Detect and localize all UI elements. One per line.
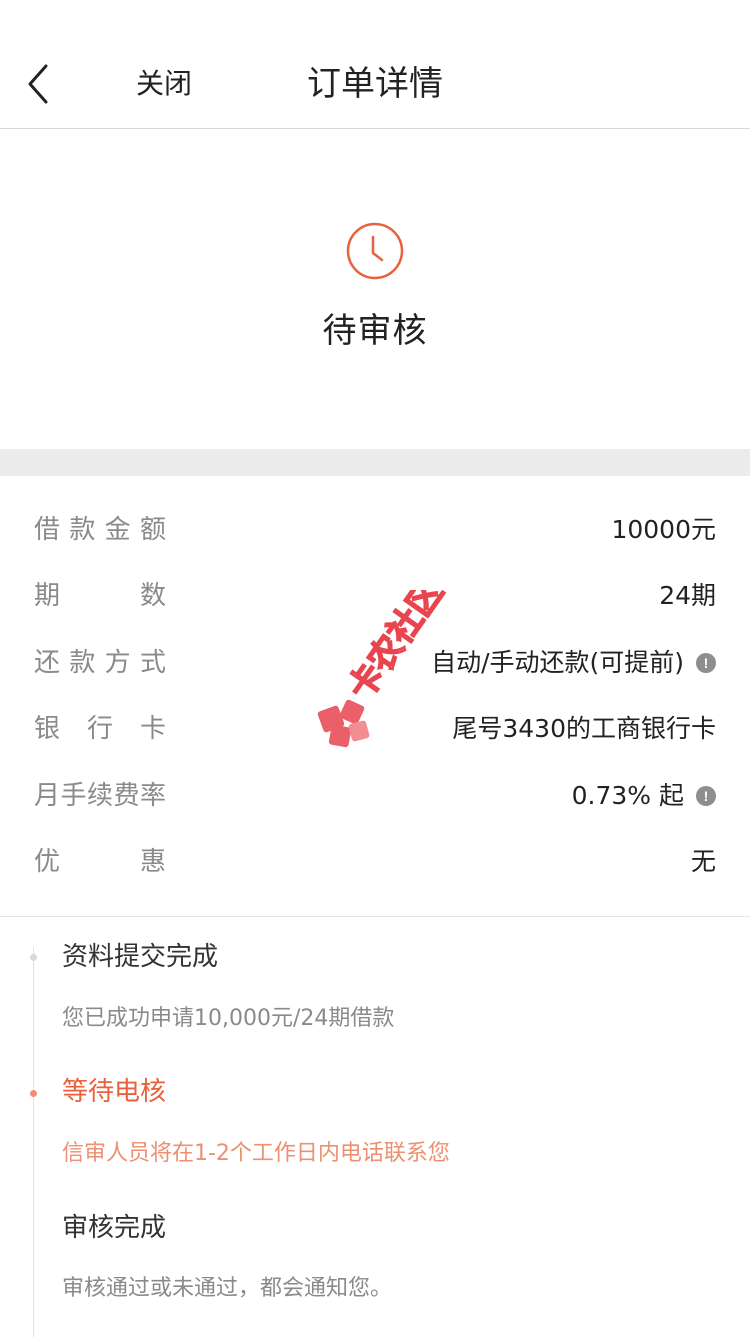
detail-value-text: 0.73% 起	[571, 781, 684, 810]
info-icon[interactable]: !	[696, 786, 716, 806]
progress-timeline: 资料提交完成 您已成功申请10,000元/24期借款 等待电核 信审人员将在1-…	[0, 917, 750, 1337]
info-icon[interactable]: !	[696, 653, 716, 673]
detail-row-repayment: 还款方式 自动/手动还款(可提前) !	[0, 641, 750, 685]
page-title: 订单详情	[307, 64, 443, 104]
timeline-dot	[30, 954, 37, 961]
detail-label: 优惠	[34, 847, 166, 877]
status-text: 待审核	[322, 311, 428, 351]
timeline-step-desc-active: 信审人员将在1-2个工作日内电话联系您	[62, 1141, 450, 1166]
detail-row-discount: 优惠 无	[0, 840, 750, 884]
detail-row-periods: 期数 24期	[0, 574, 750, 618]
detail-row-bank-card: 银行卡 尾号3430的工商银行卡	[0, 707, 750, 751]
detail-label: 还款方式	[34, 648, 166, 678]
timeline-step-title: 审核完成	[62, 1213, 167, 1243]
timeline-step-title-active: 等待电核	[62, 1077, 167, 1107]
nav-bar: 关闭 订单详情	[0, 0, 750, 129]
detail-value-text: 尾号3430的工商银行卡	[452, 714, 716, 743]
detail-value-text: 自动/手动还款(可提前)	[431, 648, 684, 677]
timeline-line	[33, 947, 34, 1337]
detail-label: 月手续费率	[34, 781, 166, 811]
detail-value: 10000元	[611, 508, 716, 552]
detail-value: 尾号3430的工商银行卡	[452, 707, 716, 751]
detail-label: 银行卡	[34, 714, 166, 744]
detail-row-fee-rate: 月手续费率 0.73% 起 !	[0, 774, 750, 818]
section-divider	[0, 449, 750, 476]
detail-value-text: 24期	[659, 581, 716, 610]
detail-value-text: 无	[690, 847, 716, 876]
detail-value-text: 10000元	[611, 515, 716, 544]
detail-value: 自动/手动还款(可提前) !	[431, 641, 716, 685]
detail-row-amount: 借款金额 10000元	[0, 508, 750, 552]
order-details: 借款金额 10000元 期数 24期 还款方式 自动/手动还款(可提前) ! 银…	[0, 476, 750, 917]
detail-label: 借款金额	[34, 515, 166, 545]
timeline-step-desc: 您已成功申请10,000元/24期借款	[62, 1006, 395, 1031]
detail-value: 0.73% 起 !	[572, 774, 716, 818]
timeline-step-desc: 审核通过或未通过，都会通知您。	[62, 1276, 393, 1301]
status-header: 待审核	[0, 129, 750, 449]
timeline-dot-active	[30, 1090, 37, 1097]
timeline-step-title: 资料提交完成	[62, 942, 219, 972]
detail-label: 期数	[34, 581, 166, 611]
detail-value: 24期	[659, 574, 716, 618]
clock-icon	[346, 222, 404, 280]
detail-value: 无	[691, 840, 716, 884]
